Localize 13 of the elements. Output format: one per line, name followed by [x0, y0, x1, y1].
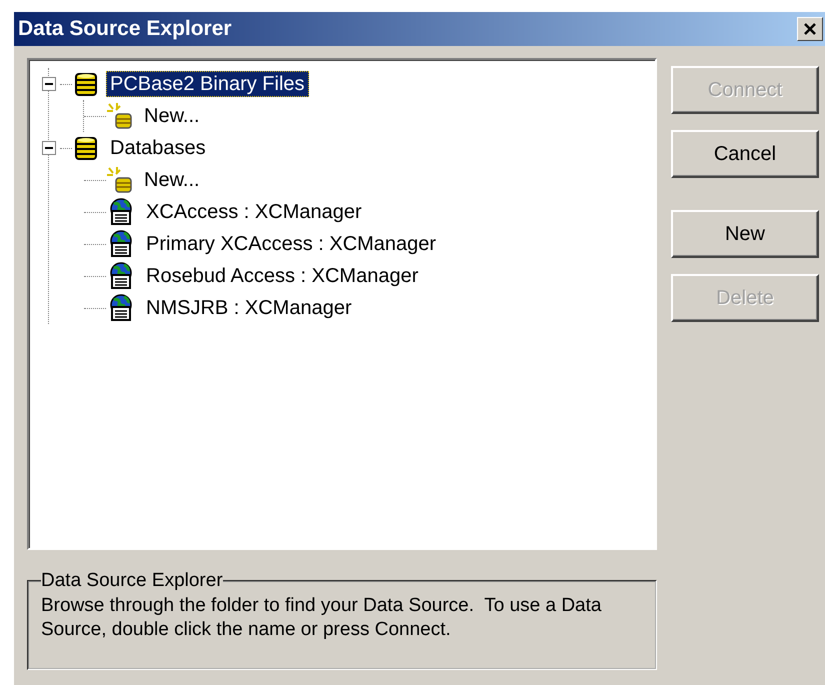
cancel-button[interactable]: Cancel	[671, 130, 819, 178]
tree-item[interactable]: New...	[140, 167, 204, 193]
help-text: Browse through the folder to find your Data Source. To use a Data Source, double click the name or press Connect.	[41, 594, 602, 642]
tree-item[interactable]: PCBase2 Binary Files	[106, 71, 309, 97]
group-title: Data Source Explorer	[41, 570, 223, 592]
tree-item[interactable]: Primary XCAccess : XCManager	[142, 231, 440, 257]
tree-item[interactable]: XCAccess : XCManager	[142, 199, 366, 225]
tree-item[interactable]: Rosebud Access : XCManager	[142, 263, 422, 289]
tree-item[interactable]: NMSJRB : XCManager	[142, 295, 356, 321]
tree-item[interactable]: Databases	[106, 135, 210, 161]
new-button[interactable]: New	[671, 210, 819, 258]
tree-item[interactable]: New...	[140, 103, 204, 129]
window-title: Data Source Explorer	[18, 17, 232, 41]
